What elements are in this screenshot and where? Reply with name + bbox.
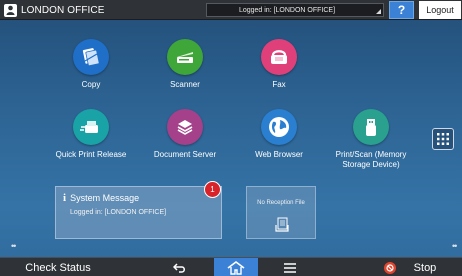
app-label: Copy (81, 80, 101, 89)
app-label: Print/Scan (Memory Storage Device) (335, 150, 407, 169)
quick-print-release-icon (73, 109, 109, 145)
system-message-widget[interactable]: i System Message Logged in: [LONDON OFFI… (55, 186, 222, 239)
scroll-right-dots-icon[interactable]: •• (452, 241, 457, 251)
usb-storage-icon (353, 109, 389, 145)
help-button[interactable]: ? (389, 1, 414, 19)
stop-icon (383, 261, 396, 274)
app-document-server[interactable]: Document Server (135, 109, 235, 160)
stop-button[interactable]: Stop (358, 258, 462, 276)
app-label: Quick Print Release (55, 150, 127, 159)
back-arrow-icon (173, 262, 185, 273)
grid-icon (437, 133, 449, 145)
notification-badge: 1 (204, 181, 221, 198)
reception-file-widget[interactable]: No Reception File (246, 186, 316, 239)
reception-file-label: No Reception File (257, 200, 305, 206)
hamburger-menu-icon (284, 262, 296, 273)
check-status-button[interactable]: Check Status (0, 258, 116, 276)
app-list-button[interactable] (432, 128, 454, 150)
bottom-bar: Check Status Stop (0, 257, 462, 276)
web-browser-icon (261, 109, 297, 145)
document-tray-icon (275, 217, 289, 232)
scroll-left-dots-icon[interactable]: •• (11, 241, 16, 251)
app-fax[interactable]: Fax (229, 39, 329, 90)
office-name: LONDON OFFICE (21, 4, 105, 16)
app-web-browser[interactable]: Web Browser (229, 109, 329, 160)
home-icon (227, 260, 245, 275)
login-status-field[interactable]: Logged in: [LONDON OFFICE] (206, 3, 384, 17)
scanner-icon (167, 39, 203, 75)
user-icon (4, 3, 17, 17)
system-message-header: i System Message (63, 192, 139, 204)
system-message-body: Logged in: [LONDON OFFICE] (70, 209, 167, 216)
app-label: Web Browser (255, 150, 303, 159)
app-label: Fax (272, 80, 286, 89)
info-icon: i (63, 192, 67, 204)
home-button[interactable] (214, 258, 258, 276)
app-print-scan-memory-storage[interactable]: Print/Scan (Memory Storage Device) (316, 109, 426, 170)
home-screen: LONDON OFFICE Logged in: [LONDON OFFICE]… (0, 0, 462, 276)
copy-icon (73, 39, 109, 75)
energy-saver-moon-icon[interactable] (449, 3, 462, 17)
menu-button[interactable] (270, 258, 310, 276)
login-status-text: Logged in: [LONDON OFFICE] (238, 6, 336, 14)
resize-corner-icon (376, 9, 381, 14)
back-button[interactable] (160, 258, 200, 276)
fax-icon (261, 39, 297, 75)
stop-label: Stop (413, 261, 437, 274)
app-label: Document Server (153, 150, 217, 159)
app-copy[interactable]: Copy (41, 39, 141, 90)
app-scanner[interactable]: Scanner (135, 39, 235, 90)
document-server-icon (167, 109, 203, 145)
app-quick-print-release[interactable]: Quick Print Release (41, 109, 141, 160)
system-message-title: System Message (70, 193, 140, 203)
app-label: Scanner (170, 80, 200, 89)
top-bar: LONDON OFFICE Logged in: [LONDON OFFICE]… (0, 0, 462, 20)
user-info: LONDON OFFICE (4, 3, 105, 17)
